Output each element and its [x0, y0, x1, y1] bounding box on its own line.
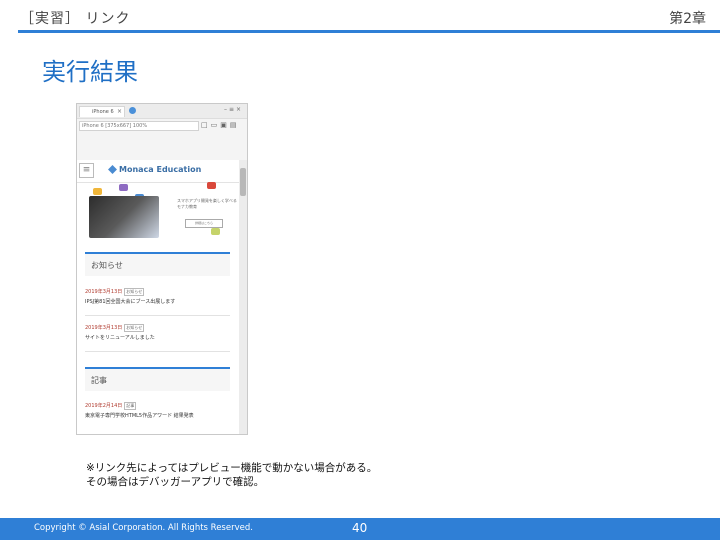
article-title: 東京電子専門学校HTML5作品アワード 結果発表 [85, 413, 194, 419]
browser-tab[interactable]: iPhone 6 × [79, 106, 125, 117]
device-select-value: iPhone 6 [375x667] 100% [82, 123, 148, 129]
new-tab-icon[interactable] [129, 107, 136, 114]
section-label: ［実習］ リンク [20, 11, 131, 27]
browser-screenshot: iPhone 6 × –≡× iPhone 6 [375x667] 100% □… [76, 103, 248, 435]
hero-text: スマホアプリ開発を楽しく学べるモナカ教育 [177, 198, 237, 209]
note-line-2: その場合はデバッガーアプリで確認。 [86, 476, 265, 488]
article-item[interactable]: 2019年2月14日 記事 東京電子専門学校HTML5作品アワード 結果発表 [85, 401, 230, 421]
logo-icon [108, 165, 117, 174]
bubble-icon [211, 228, 220, 235]
news-heading: お知らせ [85, 252, 230, 276]
bubble-icon [119, 184, 128, 191]
site-logo[interactable]: Monaca Education [119, 165, 201, 174]
news-title: サイトをリニューアルしました [85, 335, 155, 341]
window-controls-icon[interactable]: –≡× [224, 106, 243, 113]
news-heading-label: お知らせ [91, 261, 123, 270]
news-item[interactable]: 2019年3月13日 お知らせ IPSJ第81回全国大会にブース出展します [85, 287, 230, 307]
divider [85, 315, 230, 316]
news-item[interactable]: 2019年3月13日 お知らせ サイトをリニューアルしました [85, 323, 230, 343]
article-tag: 記事 [124, 402, 137, 410]
note-text: ※リンク先によってはプレビュー機能で動かない場合がある。 その場合はデバッガーア… [86, 461, 377, 489]
footer-bar: Copyright © Asial Corporation. All Right… [0, 518, 720, 540]
header-rule [18, 30, 720, 33]
device-select[interactable]: iPhone 6 [375x667] 100% [79, 121, 199, 131]
chapter-label: 第2章 [669, 11, 706, 27]
close-icon[interactable]: × [117, 108, 122, 115]
browser-tab-bar: iPhone 6 × –≡× [77, 104, 247, 119]
site-header: ≡ Monaca Education [77, 160, 239, 183]
toolbar-icons[interactable]: □▭▣▤ [201, 121, 239, 129]
slide-title: 実行結果 [42, 58, 138, 86]
news-title: IPSJ第81回全国大会にブース出展します [85, 299, 176, 305]
hero-button[interactable]: 詳細はこちら [185, 219, 223, 228]
note-line-1: ※リンク先によってはプレビュー機能で動かない場合がある。 [86, 462, 378, 474]
articles-heading-label: 記事 [91, 376, 107, 385]
scrollbar-thumb[interactable] [240, 168, 246, 196]
scrollbar[interactable] [239, 160, 247, 434]
news-date: 2019年3月13日 [85, 289, 123, 295]
hero-photo [89, 196, 159, 238]
tab-title: iPhone 6 [92, 109, 114, 115]
divider [85, 351, 230, 352]
news-tag: お知らせ [124, 288, 145, 296]
hamburger-menu-icon[interactable]: ≡ [79, 163, 94, 178]
bubble-icon [93, 188, 102, 195]
news-date: 2019年3月13日 [85, 325, 123, 331]
copyright: Copyright © Asial Corporation. All Right… [34, 523, 253, 533]
hero-banner: スマホアプリ開発を楽しく学べるモナカ教育 詳細はこちら [85, 182, 239, 240]
article-date: 2019年2月14日 [85, 403, 123, 409]
articles-heading: 記事 [85, 367, 230, 391]
news-tag: お知らせ [124, 324, 145, 332]
preview-page: ≡ Monaca Education スマホアプリ開発を楽しく学べるモナカ教育 … [77, 160, 239, 434]
bubble-icon [207, 182, 216, 189]
page-number: 40 [352, 521, 368, 535]
